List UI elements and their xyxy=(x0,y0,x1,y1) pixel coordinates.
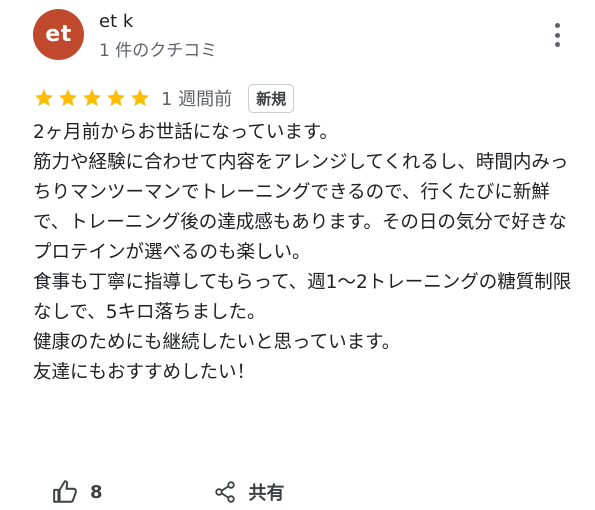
thumb-up-icon xyxy=(53,480,77,503)
share-label: 共有 xyxy=(248,483,285,504)
star-icon xyxy=(83,89,101,106)
reviewer-review-count: 1 件のクチコミ xyxy=(99,41,218,61)
review-header: et et k 1 件のクチコミ xyxy=(33,9,575,61)
review-paragraph: 筋力や経験に合わせて内容をアレンジしてくれるし、時間内みっちりマンツーマンでトレ… xyxy=(33,152,569,263)
review-actions: 8 共有 xyxy=(52,476,285,508)
share-icon xyxy=(214,481,235,503)
review-paragraph: 健康のためにも継続したいと思っています。 xyxy=(33,332,401,353)
review-paragraph: 2ヶ月前からお世話になっています。 xyxy=(33,122,338,143)
avatar-initials: et xyxy=(45,22,72,47)
star-icon xyxy=(131,89,149,106)
review-paragraph: 友達にもおすすめしたい！ xyxy=(33,362,256,383)
review-text: 2ヶ月前からお世話になっています。 筋力や経験に合わせて内容をアレンジしてくれる… xyxy=(33,118,573,388)
like-button[interactable]: 8 xyxy=(52,479,103,505)
more-vert-icon[interactable] xyxy=(553,23,561,47)
star-icon xyxy=(59,89,77,106)
star-rating xyxy=(33,87,153,109)
rating-row: 1 週間前 新規 xyxy=(33,82,295,114)
like-count: 8 xyxy=(90,481,103,503)
share-button[interactable]: 共有 xyxy=(213,479,285,505)
new-badge: 新規 xyxy=(248,83,295,113)
star-icon xyxy=(35,89,53,106)
review-paragraph: 食事も丁寧に指導してもらって、週1〜2トレーニングの糖質制限なしで、5キロ落ちま… xyxy=(33,272,572,323)
avatar[interactable]: et xyxy=(33,9,84,60)
star-icon xyxy=(107,89,125,106)
review-time: 1 週間前 xyxy=(161,89,233,110)
reviewer-name[interactable]: et k xyxy=(99,11,133,32)
